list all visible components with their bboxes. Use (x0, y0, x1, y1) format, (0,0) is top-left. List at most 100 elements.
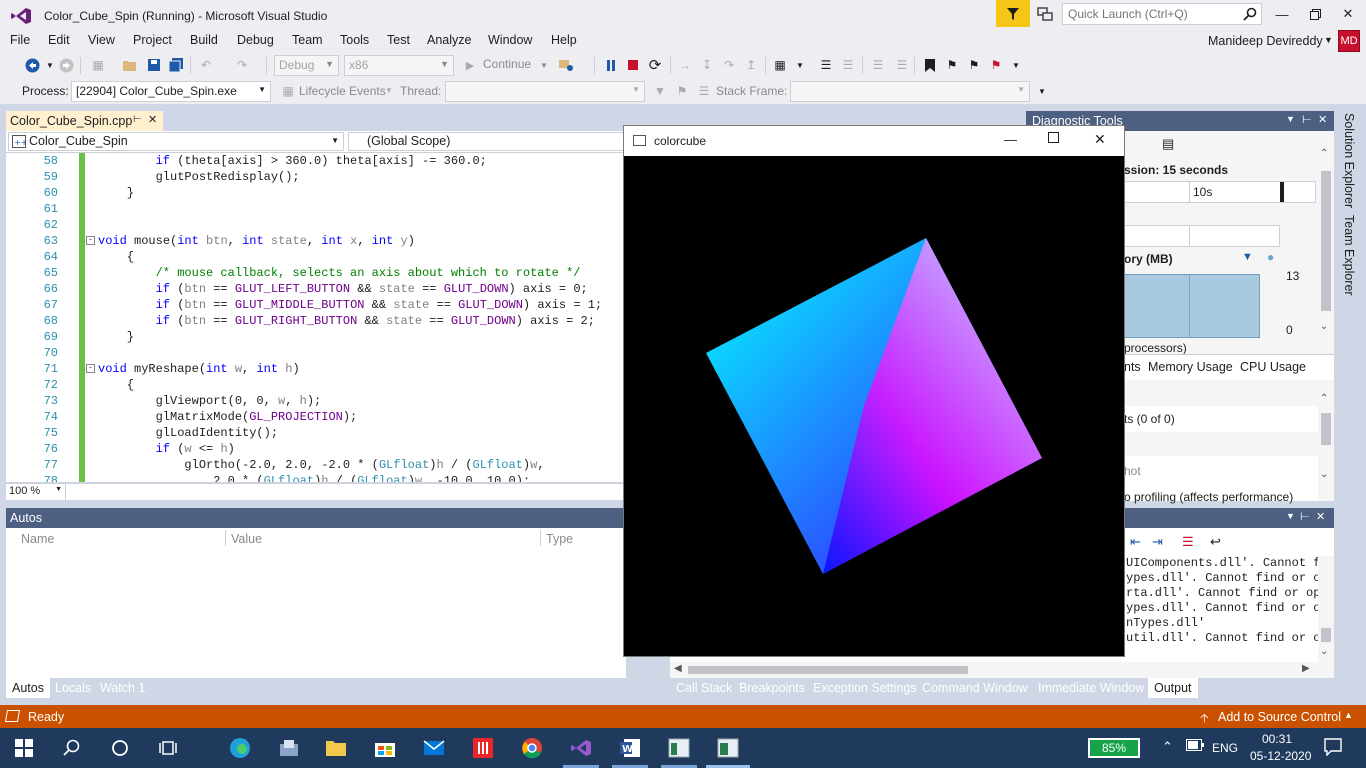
chevron-down-icon[interactable]: ▼ (1034, 83, 1050, 99)
new-project-icon[interactable]: ▦ (90, 57, 106, 73)
config-dropdown[interactable]: Debug ▼ (274, 55, 339, 76)
quick-launch-input[interactable] (1063, 4, 1233, 24)
tab-events[interactable]: nts (1124, 360, 1141, 374)
step-over-icon[interactable]: ↷ (721, 57, 737, 73)
threads-icon[interactable]: ☰ (818, 57, 834, 73)
collapse-icon[interactable]: - (86, 364, 95, 373)
code-line[interactable]: 66 if (btn == GLUT_LEFT_BUTTON && state … (6, 281, 626, 297)
navigate-forward-icon[interactable] (58, 57, 74, 73)
pause-icon[interactable] (603, 57, 619, 73)
chevron-down-icon[interactable]: ▼ (42, 57, 58, 73)
process-icon[interactable] (558, 57, 574, 73)
tab-autos[interactable]: Autos (6, 678, 50, 698)
code-line[interactable]: 59 glutPostRedisplay(); (6, 169, 626, 185)
code-line[interactable]: 67 if (btn == GLUT_MIDDLE_BUTTON && stat… (6, 297, 626, 313)
installer-icon[interactable] (277, 736, 301, 760)
windows-start-icon[interactable] (12, 736, 36, 760)
collapse-icon[interactable]: - (86, 236, 95, 245)
maximize-button[interactable] (1048, 132, 1059, 146)
pin-icon[interactable]: ⊢ (1300, 510, 1310, 523)
close-icon[interactable]: ✕ (1316, 510, 1325, 523)
stack-icon[interactable]: ☰ (840, 57, 856, 73)
mail-icon[interactable] (422, 736, 446, 760)
uncomment-icon[interactable]: ☰ (894, 57, 910, 73)
task-view-icon[interactable] (156, 736, 180, 760)
colorcube-window[interactable]: colorcube — ✕ (623, 125, 1125, 657)
thread-dropdown[interactable]: ▼ (445, 81, 645, 102)
chevron-down-icon[interactable]: ▼ (792, 57, 808, 73)
tab-output[interactable]: Output (1148, 678, 1198, 698)
code-line[interactable]: 69 } (6, 329, 626, 345)
search-icon[interactable] (1243, 7, 1257, 21)
stack-frame-dropdown[interactable]: ▼ (790, 81, 1030, 102)
pin-icon[interactable]: ⊢ (1302, 113, 1312, 126)
tab-exception-settings[interactable]: Exception Settings (807, 678, 923, 698)
continue-button[interactable]: Continue (483, 57, 531, 71)
restore-button[interactable] (1303, 4, 1327, 24)
battery-indicator[interactable]: 85% (1088, 738, 1140, 758)
chevron-down-icon[interactable]: ▼ (1286, 511, 1295, 521)
chevron-down-icon[interactable]: ▼ (1324, 35, 1333, 45)
avatar[interactable]: MD (1338, 30, 1360, 52)
menu-tools[interactable]: Tools (340, 33, 369, 47)
notification-filter-icon[interactable] (996, 0, 1030, 27)
minimize-button[interactable]: — (1270, 4, 1294, 24)
menu-file[interactable]: File (10, 33, 30, 47)
tab-memory-usage[interactable]: Memory Usage (1148, 360, 1233, 374)
store-icon[interactable] (373, 736, 397, 760)
code-line[interactable]: 62 (6, 217, 626, 233)
colorcube-title-bar[interactable]: colorcube — ✕ (624, 126, 1124, 156)
code-line[interactable]: 75 glLoadIdentity(); (6, 425, 626, 441)
code-line[interactable]: 73 glViewport(0, 0, w, h); (6, 393, 626, 409)
menu-build[interactable]: Build (190, 33, 218, 47)
column-type[interactable]: Type (546, 532, 573, 546)
menu-edit[interactable]: Edit (48, 33, 70, 47)
chevron-up-icon[interactable]: ▲ (1344, 710, 1353, 720)
play-icon[interactable]: ▶ (462, 57, 478, 73)
language-indicator[interactable]: ENG (1212, 741, 1238, 755)
restart-icon[interactable]: ⟳ (647, 57, 663, 74)
tab-cpu-usage[interactable]: CPU Usage (1240, 360, 1306, 374)
show-next-statement-icon[interactable]: → (677, 57, 693, 73)
column-value[interactable]: Value (231, 532, 262, 546)
chevron-down-icon[interactable]: ▼ (1286, 114, 1295, 124)
zoom-dropdown[interactable]: 100 % ▼ (6, 484, 66, 500)
timeline[interactable]: 10s (1124, 181, 1316, 203)
word-icon[interactable]: W (618, 736, 642, 760)
code-line[interactable]: 61 (6, 201, 626, 217)
bookmark-icon[interactable] (922, 57, 938, 73)
battery-icon[interactable] (1186, 739, 1204, 754)
opengl-canvas[interactable] (624, 156, 1124, 656)
feedback-icon[interactable] (1036, 5, 1054, 23)
stop-icon[interactable] (625, 57, 641, 73)
clock-date[interactable]: 05-12-2020 (1250, 749, 1311, 763)
hex-display-icon[interactable]: ▦ (772, 57, 788, 73)
chart-icon[interactable]: ▤ (1162, 136, 1174, 152)
code-line[interactable]: 63 void mouse(int btn, int state, int x, … (6, 233, 626, 249)
word-wrap-icon[interactable]: ↩ (1210, 534, 1221, 550)
step-into-icon[interactable]: ↧ (699, 57, 715, 73)
lifecycle-events-button[interactable]: Lifecycle Events (299, 84, 386, 98)
menu-view[interactable]: View (88, 33, 115, 47)
code-line[interactable]: 58 if (theta[axis] > 360.0) theta[axis] … (6, 153, 626, 169)
find-previous-icon[interactable]: ⇤ (1130, 534, 1141, 550)
arrow-up-icon[interactable]: 🡡 (1200, 709, 1209, 730)
menu-team[interactable]: Team (292, 33, 323, 47)
clear-bookmarks-icon[interactable]: ⚑ (988, 57, 1004, 73)
lifecycle-events-icon[interactable]: ▦ (280, 83, 296, 99)
user-name[interactable]: Manideep Devireddy (1208, 34, 1323, 48)
tab-breakpoints[interactable]: Breakpoints (733, 678, 811, 698)
tab-call-stack[interactable]: Call Stack (670, 678, 738, 698)
close-button[interactable]: ✕ (1094, 131, 1106, 148)
output-hscrollbar[interactable]: ◀ ▶ (670, 662, 1334, 678)
chrome-icon[interactable] (520, 736, 544, 760)
step-out-icon[interactable]: ↥ (743, 57, 759, 73)
window-app-icon[interactable] (667, 736, 691, 760)
clear-all-icon[interactable]: ☰ (1182, 534, 1194, 550)
diag-scrollbar-top[interactable]: ⌃ ⌄ (1318, 143, 1334, 353)
tab-locals[interactable]: Locals (49, 678, 97, 698)
menu-debug[interactable]: Debug (237, 33, 274, 47)
menu-window[interactable]: Window (488, 33, 532, 47)
next-bookmark-icon[interactable]: ⚑ (966, 57, 982, 73)
filter-icon[interactable]: ▼ (652, 83, 668, 99)
